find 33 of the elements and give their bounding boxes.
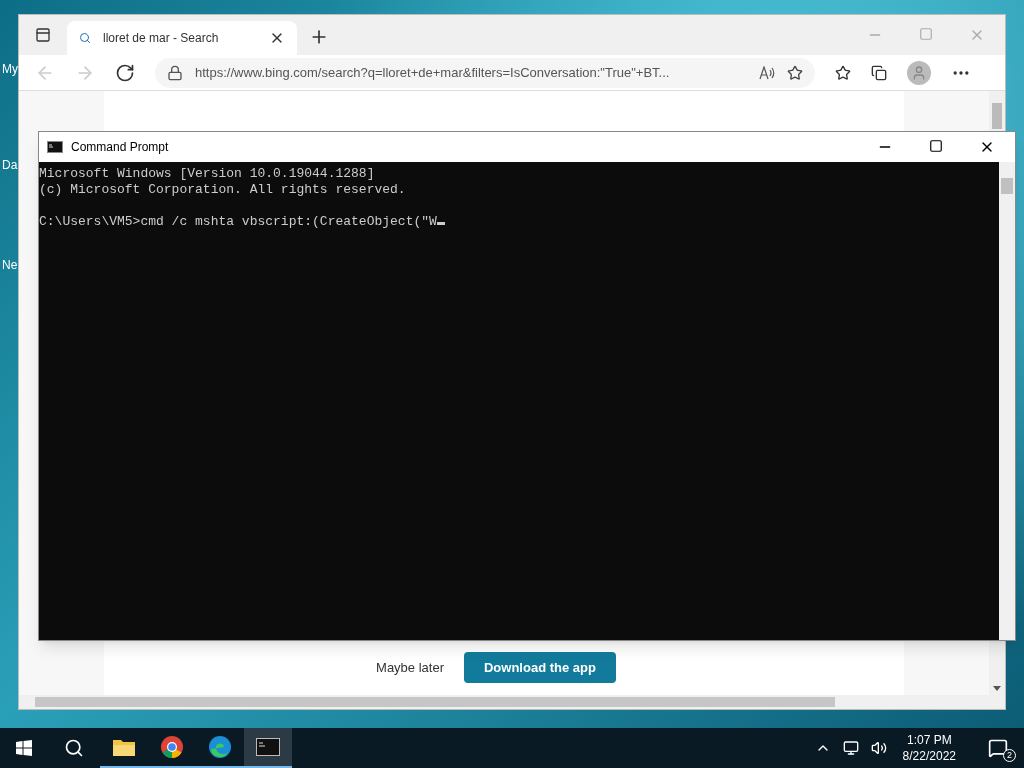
desktop-icon-label[interactable]: Da — [2, 156, 18, 174]
browser-tab[interactable]: lloret de mar - Search — [67, 21, 297, 55]
chrome-icon — [160, 735, 184, 759]
console-icon — [256, 738, 280, 756]
network-icon[interactable] — [842, 740, 859, 756]
favorites-icon[interactable] — [835, 64, 851, 81]
maybe-later-link[interactable]: Maybe later — [372, 657, 448, 677]
desktop-icon-label[interactable]: My — [2, 60, 18, 78]
search-icon — [79, 32, 91, 44]
favorite-add-icon[interactable] — [787, 64, 803, 81]
desktop-icon-label[interactable]: Ne — [2, 256, 18, 274]
console-icon — [47, 141, 63, 153]
maximize-icon[interactable] — [929, 139, 943, 153]
console-output: Microsoft Windows [Version 10.0.19044.1288] (c) Microsoft Corporation. All rights reserved. C:\Users\VM5>cmd /c mshta vbscript:(CreateObject("W — [39, 162, 999, 640]
taskbar-app[interactable] — [244, 728, 292, 768]
address-bar[interactable]: https://www.bing.com/search?q=lloret+de+mar&filters=IsConversation:"True"+BT... — [155, 57, 815, 88]
search-icon[interactable] — [64, 738, 84, 758]
profile-avatar[interactable] — [907, 60, 931, 85]
read-aloud-icon[interactable] — [759, 65, 775, 80]
collections-icon[interactable] — [871, 64, 887, 81]
tab-actions-icon[interactable] — [35, 27, 51, 43]
windows-logo-icon[interactable] — [16, 740, 32, 756]
clock[interactable]: 1:07 PM 8/22/2022 — [898, 732, 960, 764]
lock-icon — [167, 64, 183, 81]
notification-icon[interactable] — [988, 738, 1008, 758]
download-app-button[interactable]: Download the app — [464, 651, 616, 683]
window-title: Command Prompt — [71, 139, 170, 156]
folder-icon — [112, 737, 136, 757]
notification-count: 2 — [1003, 749, 1016, 762]
refresh-icon[interactable] — [115, 62, 135, 83]
scrollbar-thumb[interactable] — [992, 103, 1002, 129]
edge-icon — [208, 735, 232, 759]
volume-icon[interactable] — [870, 740, 887, 756]
